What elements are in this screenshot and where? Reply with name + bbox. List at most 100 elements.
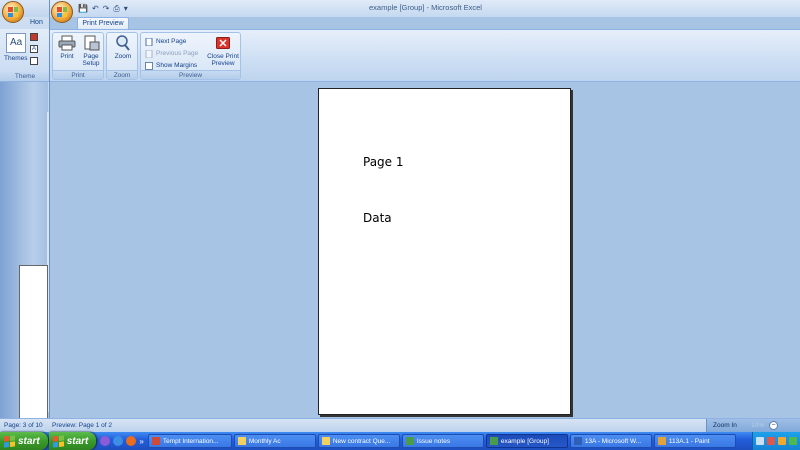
- previous-page-label: Previous Page: [156, 50, 199, 57]
- internet-explorer-icon[interactable]: [113, 436, 124, 446]
- taskbar-button-example[interactable]: example [Group]: [485, 434, 568, 448]
- close-preview-label-1: Close Print: [207, 53, 239, 60]
- word-icon: [573, 437, 582, 445]
- taskbar-button-label: 113A.1 - Paint: [668, 437, 710, 445]
- quick-launch: »: [97, 436, 146, 446]
- page-setup-button[interactable]: Page Setup: [79, 35, 103, 67]
- start-button-2[interactable]: start: [48, 432, 97, 450]
- print-button[interactable]: Print: [56, 35, 78, 60]
- taskbar-button-label: 13A - Microsoft W...: [584, 437, 642, 445]
- zoom-control: Zoom In 10% −: [706, 419, 800, 433]
- background-office-button[interactable]: [2, 1, 24, 23]
- page-text-line-1: Page 1: [363, 155, 404, 169]
- status-page-info: Page: 3 of 10: [4, 422, 43, 429]
- status-bar: Page: 3 of 10 Preview: Page 1 of 2 Zoom …: [0, 418, 800, 433]
- themes-button-label: Themes: [4, 55, 28, 62]
- quick-launch-overflow-icon[interactable]: »: [139, 437, 143, 446]
- theme-colors-icon[interactable]: [30, 33, 38, 41]
- start-button[interactable]: start: [0, 432, 48, 450]
- ribbon-tab-row: Print Preview: [50, 17, 800, 30]
- taskbar-button-new-contract[interactable]: New contract Que...: [317, 434, 400, 448]
- quick-access-toolbar: 💾 ↶ ↷ ⎙ ▾: [78, 3, 128, 14]
- windows-flag-icon: [52, 434, 64, 448]
- tray-app-icon[interactable]: [778, 437, 786, 445]
- previous-page-icon: [145, 49, 153, 58]
- paint-icon: [657, 437, 666, 445]
- background-ribbon: Aa Themes A Theme: [0, 29, 50, 82]
- redo-icon[interactable]: ↷: [103, 4, 110, 13]
- page-setup-label-1: Page: [83, 53, 99, 60]
- magnifier-icon: [114, 35, 132, 51]
- undo-icon[interactable]: ↶: [92, 4, 99, 13]
- app-icon: [151, 437, 160, 445]
- preview-group-label: Preview: [141, 70, 240, 79]
- previous-page-button[interactable]: Previous Page: [145, 48, 198, 59]
- taskbar-button-label: New contract Que...: [332, 437, 391, 445]
- taskbar-button-word[interactable]: 13A - Microsoft W...: [569, 434, 652, 448]
- page-setup-label-2: Setup: [82, 60, 100, 67]
- start-label: start: [18, 435, 40, 447]
- taskbar-button-label: Tempt Internation...: [162, 437, 219, 445]
- print-quick-icon[interactable]: ⎙: [113, 4, 119, 14]
- checkbox-icon: [145, 61, 153, 70]
- zoom-group-label: Zoom: [107, 70, 137, 79]
- taskbar-button-monthly[interactable]: Monthly Ac: [233, 434, 316, 448]
- next-page-icon: [145, 37, 153, 46]
- print-preview-window: example [Group] - Microsoft Excel 💾 ↶ ↷ …: [49, 0, 800, 432]
- zoom-group: Zoom Zoom: [106, 32, 138, 80]
- excel-icon: [489, 437, 498, 445]
- taskbar-button-label: Monthly Ac: [248, 437, 281, 445]
- office-logo-icon: [57, 7, 67, 17]
- taskbar-button-tempt[interactable]: Tempt Internation...: [147, 434, 232, 448]
- show-margins-label: Show Margins: [156, 62, 198, 69]
- taskbar-button-label: Issue notes: [416, 437, 451, 445]
- folder-icon: [321, 437, 330, 445]
- preview-page[interactable]: Page 1 Data: [318, 88, 571, 415]
- tray-app-icon[interactable]: [789, 437, 797, 445]
- window-title: example [Group] - Microsoft Excel: [369, 3, 482, 12]
- start-label-2: start: [66, 435, 89, 447]
- next-page-button[interactable]: Next Page: [145, 36, 186, 47]
- page-text-line-2: Data: [363, 211, 392, 225]
- system-tray: [752, 432, 800, 450]
- print-group-label: Print: [53, 70, 103, 79]
- zoom-button[interactable]: Zoom: [111, 35, 135, 60]
- windows-flag-icon: [4, 434, 15, 448]
- themes-icon[interactable]: Aa: [6, 33, 26, 53]
- print-button-label: Print: [60, 53, 74, 60]
- media-player-icon[interactable]: [100, 436, 111, 446]
- zoom-button-label: Zoom: [114, 53, 132, 60]
- zoom-percentage: 10%: [751, 422, 765, 429]
- next-page-label: Next Page: [156, 38, 187, 45]
- background-sheet-page: [19, 265, 48, 420]
- close-preview-label-2: Preview: [211, 60, 235, 67]
- customize-qat-icon[interactable]: ▾: [124, 4, 128, 13]
- preview-area[interactable]: Page 1 Data: [50, 82, 800, 418]
- tray-arrow-icon[interactable]: [756, 437, 764, 445]
- folder-icon: [237, 437, 246, 445]
- status-preview-info: Preview: Page 1 of 2: [52, 422, 112, 429]
- office-logo-icon: [8, 7, 18, 17]
- preview-group: Next Page Previous Page Show Margins Clo…: [140, 32, 241, 80]
- print-group: Print Page Setup Print: [52, 32, 104, 80]
- taskbar-button-paint[interactable]: 113A.1 - Paint: [653, 434, 736, 448]
- page-setup-icon: [82, 35, 100, 51]
- close-print-preview-button[interactable]: Close Print Preview: [205, 35, 241, 67]
- zoom-in-button[interactable]: Zoom In: [713, 422, 737, 429]
- excel-icon: [405, 437, 414, 445]
- printer-icon: [58, 35, 76, 51]
- close-icon: [214, 35, 232, 51]
- ribbon: Print Page Setup Print Zoom Zoom Next Pa…: [50, 29, 800, 82]
- theme-effects-icon[interactable]: [30, 57, 38, 65]
- titlebar: example [Group] - Microsoft Excel 💾 ↶ ↷ …: [50, 0, 800, 17]
- save-icon[interactable]: 💾: [78, 4, 88, 13]
- taskbar-button-label: example [Group]: [500, 437, 549, 445]
- tray-app-icon[interactable]: [767, 437, 775, 445]
- taskbar-button-issue-notes[interactable]: Issue notes: [401, 434, 484, 448]
- office-button[interactable]: [51, 1, 73, 23]
- background-group-label: Theme: [0, 72, 50, 81]
- theme-fonts-icon[interactable]: A: [30, 45, 38, 53]
- firefox-icon[interactable]: [126, 436, 137, 446]
- taskbar: start start » Tempt Internation... Month…: [0, 432, 800, 450]
- zoom-out-icon[interactable]: −: [769, 421, 778, 430]
